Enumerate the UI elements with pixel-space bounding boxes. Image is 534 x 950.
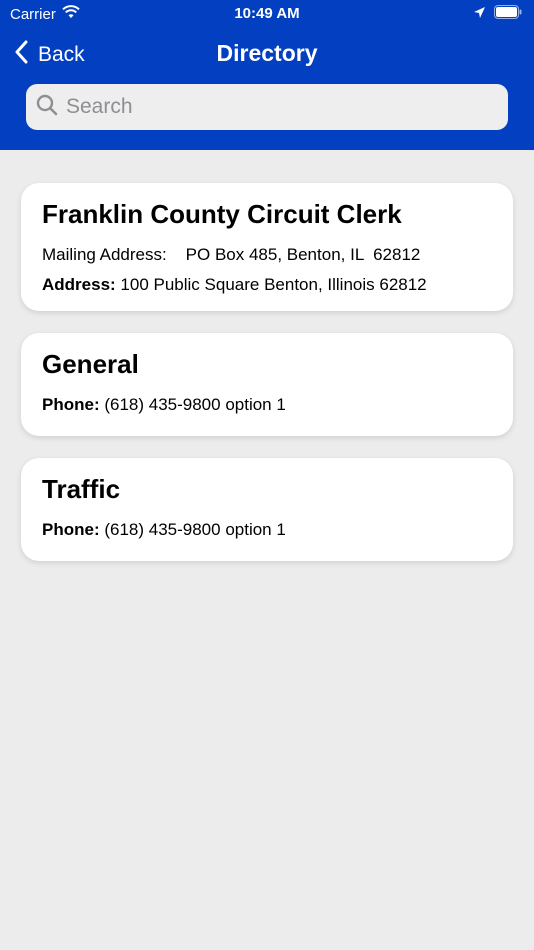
directory-card-general[interactable]: General Phone: (618) 435-9800 option 1 [21,333,513,436]
search-bar[interactable] [26,84,508,130]
phone-label: Phone: [42,520,100,539]
header: Carrier 10:49 AM Back Directory Search [0,0,534,150]
card-title: Franklin County Circuit Clerk [42,199,402,229]
address-line: Address: 100 Public Square Benton, Illin… [42,270,492,300]
navigation-bar: Back Directory [0,30,534,80]
search-input[interactable] [66,95,486,119]
search-icon [36,94,58,121]
directory-card-traffic[interactable]: Traffic Phone: (618) 435-9800 option 1 [21,458,513,561]
status-right [473,5,522,23]
phone-label: Phone: [42,395,100,414]
status-bar: Carrier 10:49 AM [0,0,534,28]
mailing-address-value: PO Box 485, Benton, IL 62812 [185,245,421,264]
directory-card-circuit-clerk[interactable]: Franklin County Circuit Clerk Mailing Ad… [21,183,513,311]
phone-line: Phone: (618) 435-9800 option 1 [42,515,492,545]
directory-screen: Carrier 10:49 AM Back Directory Search F… [0,0,534,950]
phone-value[interactable]: (618) 435-9800 option 1 [104,395,285,414]
card-title: General [42,349,139,379]
location-arrow-icon [473,6,486,23]
address-label: Address: [42,275,116,294]
phone-line: Phone: (618) 435-9800 option 1 [42,390,492,420]
status-time: 10:49 AM [234,5,300,22]
mailing-address-label: Mailing Address: [42,245,167,264]
phone-value[interactable]: (618) 435-9800 option 1 [104,520,285,539]
page-title: Directory [216,40,318,66]
battery-icon [494,5,522,23]
card-title: Traffic [42,474,121,504]
mailing-address-line: Mailing Address: PO Box 485, Benton, IL … [42,240,492,270]
address-value: 100 Public Square Benton, Illinois 62812 [120,275,427,294]
